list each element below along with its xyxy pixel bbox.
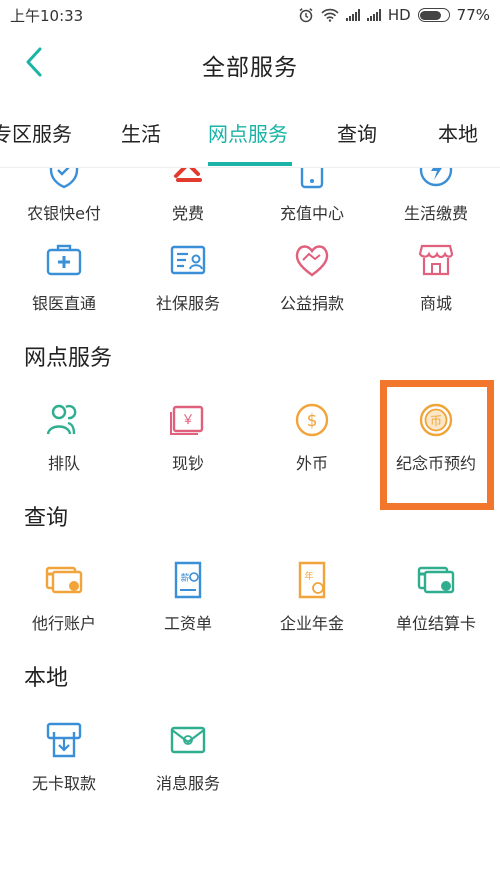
category-tabs: 专区服务 生活 网点服务 查询 本地 — [0, 104, 500, 168]
service-cash[interactable]: ￥ 现钞 — [126, 400, 250, 474]
commemorative-coin-icon: 币 — [419, 403, 453, 437]
service-label: 现钞 — [171, 454, 204, 473]
id-card-icon — [170, 245, 206, 275]
signal-icon — [345, 9, 360, 21]
service-settlement-card[interactable]: 单位结算卡 — [374, 560, 498, 634]
salary-glyph: 薪 — [180, 572, 189, 584]
service-label: 商城 — [419, 294, 452, 313]
service-label: 纪念币预约 — [395, 454, 476, 473]
svg-text:$: $ — [307, 411, 318, 431]
coin-glyph: 币 — [430, 414, 442, 428]
service-label: 工资单 — [163, 614, 212, 633]
queue-people-icon — [46, 404, 77, 435]
atm-withdraw-icon — [46, 722, 82, 758]
battery-icon — [417, 8, 450, 22]
bolt-icon — [419, 168, 453, 187]
tab-zone-services[interactable]: 专区服务 — [0, 118, 72, 147]
network-type: HD — [387, 6, 411, 24]
service-label: 公益捐款 — [279, 294, 344, 313]
shop-icon — [418, 244, 454, 276]
section-title-local: 本地 — [24, 666, 69, 691]
service-foreign-currency[interactable]: $ 外币 — [250, 400, 374, 474]
service-quick-epay[interactable]: 农银快e付 — [2, 168, 126, 224]
service-label: 无卡取款 — [31, 774, 96, 793]
service-bank-medical[interactable]: 银医直通 — [2, 240, 126, 314]
service-label: 农银快e付 — [27, 204, 101, 223]
active-tab-indicator — [208, 162, 292, 166]
service-social-security[interactable]: 社保服务 — [126, 240, 250, 314]
service-topup-center[interactable]: 充值中心 — [250, 168, 374, 224]
party-icon — [174, 168, 202, 182]
status-bar: 上午10:33 HD 77% — [0, 0, 500, 30]
service-label: 党费 — [171, 204, 204, 223]
service-label: 消息服务 — [155, 774, 220, 793]
service-label: 他行账户 — [31, 614, 96, 633]
service-charity-donation[interactable]: 公益捐款 — [250, 240, 374, 314]
yen-glyph: ￥ — [181, 413, 194, 428]
annuity-icon: 年 — [298, 561, 326, 599]
service-cardless-withdrawal[interactable]: 无卡取款 — [2, 720, 126, 794]
service-label: 单位结算卡 — [395, 614, 476, 633]
header: 全部服务 — [0, 30, 500, 96]
shield-icon — [49, 168, 79, 189]
section-title-query: 查询 — [24, 506, 69, 531]
service-queue[interactable]: 排队 — [2, 400, 126, 474]
service-party-fee[interactable]: 党费 — [126, 168, 250, 224]
service-label: 充值中心 — [279, 204, 344, 223]
alarm-icon — [299, 8, 313, 23]
service-label: 银医直通 — [31, 294, 96, 313]
service-mall[interactable]: 商城 — [374, 240, 498, 314]
service-message[interactable]: 消息服务 — [126, 720, 250, 794]
service-label: 企业年金 — [279, 614, 344, 633]
service-enterprise-annuity[interactable]: 年 企业年金 — [250, 560, 374, 634]
tab-local[interactable]: 本地 — [438, 118, 478, 147]
tab-query[interactable]: 查询 — [337, 118, 377, 147]
tab-life[interactable]: 生活 — [121, 118, 161, 147]
battery-percent: 77% — [456, 6, 490, 24]
tab-branch-services[interactable]: 网点服务 — [208, 118, 288, 147]
dollar-coin-icon: $ — [295, 403, 329, 437]
service-commemorative-coin[interactable]: 币 纪念币预约 — [374, 400, 498, 474]
service-label: 外币 — [295, 454, 328, 473]
status-icons: HD 77% — [298, 6, 490, 24]
message-envelope-icon — [170, 726, 206, 754]
banknote-icon: ￥ — [170, 405, 204, 435]
year-glyph: 年 — [304, 570, 313, 582]
service-utility-bills[interactable]: 生活缴费 — [374, 168, 498, 224]
wifi-icon — [321, 8, 339, 22]
service-label: 生活缴费 — [403, 204, 468, 223]
medical-kit-icon — [46, 244, 82, 276]
page-title: 全部服务 — [202, 55, 298, 81]
services-list: 农银快e付 党费 充值中心 生活缴费 银医直通 社保服务 公益捐款 商城 网点服… — [0, 168, 500, 889]
payslip-icon: 薪 — [174, 561, 202, 599]
handshake-heart-icon — [295, 245, 329, 277]
service-label: 排队 — [47, 454, 80, 473]
status-time: 上午10:33 — [10, 6, 84, 25]
section-title-branch: 网点服务 — [24, 346, 113, 371]
service-payslip[interactable]: 薪 工资单 — [126, 560, 250, 634]
cards-icon — [45, 566, 83, 594]
settlement-card-icon — [417, 566, 455, 594]
service-label: 社保服务 — [155, 294, 220, 313]
signal-icon-2 — [366, 9, 381, 21]
phone-icon — [300, 168, 324, 189]
service-other-bank-account[interactable]: 他行账户 — [2, 560, 126, 634]
